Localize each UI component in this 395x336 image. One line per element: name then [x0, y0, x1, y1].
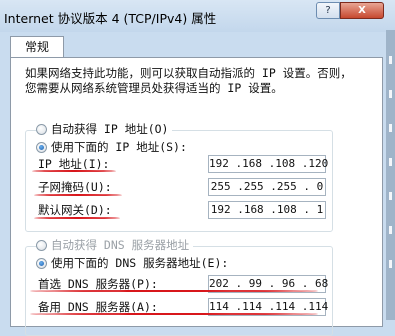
background-window-edge — [386, 30, 395, 320]
auto-ip-radio[interactable] — [36, 123, 47, 135]
red-underline-preferred-dns — [30, 290, 318, 292]
red-underline-ip — [32, 170, 116, 172]
ip-address-field[interactable]: 192 .168 .108 .120 — [208, 155, 328, 173]
description-line-1: 如果网络支持此功能，则可以获取自动指派的 IP 设置。否则， — [25, 66, 352, 80]
manual-ip-radio[interactable] — [36, 141, 47, 153]
auto-dns-label: 自动获得 DNS 服务器地址 — [51, 238, 190, 252]
default-gateway-field[interactable]: 192 .168 .108 . 1 — [208, 201, 326, 219]
red-underline-gateway — [34, 217, 120, 219]
manual-dns-label: 使用下面的 DNS 服务器地址(E): — [51, 256, 229, 270]
window-title: Internet 协议版本 4 (TCP/IPv4) 属性 — [4, 11, 217, 26]
manual-ip-label: 使用下面的 IP 地址(S): — [51, 140, 187, 154]
tab-general[interactable]: 常规 — [10, 36, 64, 58]
description-line-2: 您需要从网络系统管理员处获得适当的 IP 设置。 — [25, 81, 283, 95]
help-button[interactable]: ? — [316, 2, 340, 19]
close-button[interactable]: X — [340, 2, 384, 19]
manual-ip-radio-option[interactable]: 使用下面的 IP 地址(S): — [36, 139, 191, 155]
red-underline-alternate-dns — [30, 313, 318, 315]
subnet-mask-field[interactable]: 255 .255 .255 . 0 — [208, 178, 326, 196]
auto-dns-radio — [36, 239, 47, 251]
title-bar: Internet 协议版本 4 (TCP/IPv4) 属性 ? X — [0, 0, 395, 32]
auto-ip-label: 自动获得 IP 地址(O) — [51, 122, 169, 136]
manual-dns-radio[interactable] — [36, 257, 47, 269]
manual-dns-radio-option[interactable]: 使用下面的 DNS 服务器地址(E): — [36, 255, 233, 271]
auto-ip-radio-option[interactable]: 自动获得 IP 地址(O) — [36, 121, 173, 137]
red-underline-subnet — [34, 194, 122, 196]
description-text: 如果网络支持此功能，则可以获取自动指派的 IP 设置。否则， 您需要从网络系统管… — [25, 66, 370, 96]
auto-dns-radio-option: 自动获得 DNS 服务器地址 — [36, 237, 194, 253]
